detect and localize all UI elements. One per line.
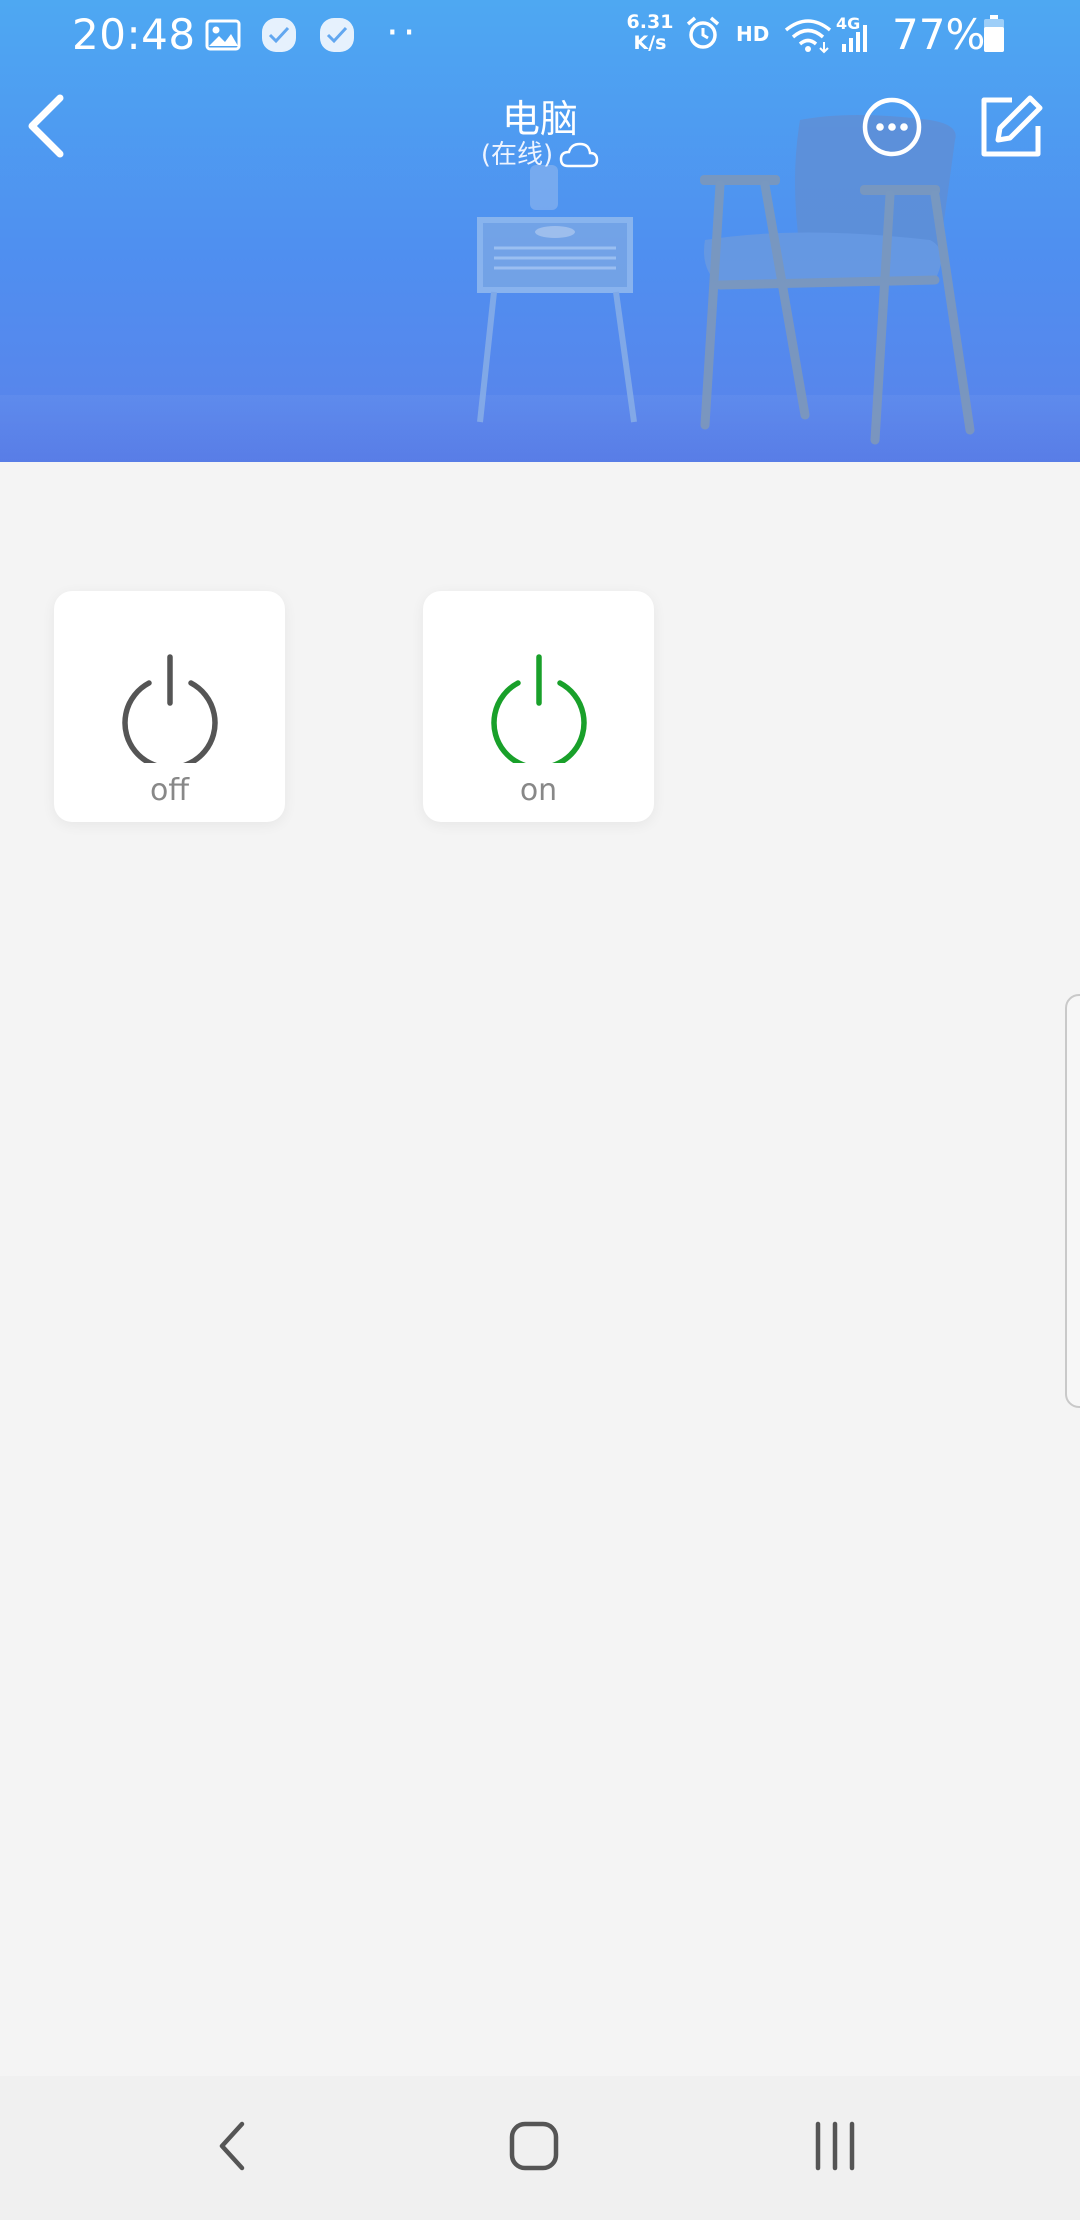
power-icon [491,654,587,763]
wifi-icon [784,19,832,54]
alarm-icon [686,16,720,49]
connection-status: (在线) [480,140,554,170]
more-options-icon[interactable] [860,95,924,159]
power-off-label: off [149,773,190,808]
battery-icon [984,15,1004,52]
edit-icon[interactable] [978,94,1044,160]
edge-panel-handle[interactable] [1065,994,1080,1408]
power-icon [122,654,218,763]
page-subtitle: (在线) [340,134,740,171]
more-notifications-indicator: ·· [386,10,420,56]
home-nav-icon[interactable] [508,2116,560,2176]
app-notification-icon [262,18,296,52]
network-speed: 6.31 K/s [620,12,680,54]
hd-voice-label: HD [736,22,770,46]
back-nav-icon[interactable] [212,2116,252,2176]
system-navigation-bar [0,2076,1080,2220]
power-off-button[interactable]: off [54,591,285,822]
status-time: 20:48 [72,10,196,59]
recents-nav-icon[interactable] [810,2116,860,2176]
power-on-button[interactable]: on [423,591,654,822]
status-bar: 20:48 ·· 6.31 K/s HD 4G 77% [0,0,1080,72]
gallery-icon [205,19,241,51]
battery-percentage: 77% [892,10,986,59]
network-speed-value: 6.31 [626,11,674,33]
power-on-label: on [519,773,558,808]
app-notification-icon [320,18,354,52]
chevron-left-icon[interactable] [22,94,72,158]
cloud-icon [559,142,599,168]
network-speed-unit: K/s [633,32,667,54]
signal-icon [842,25,867,52]
